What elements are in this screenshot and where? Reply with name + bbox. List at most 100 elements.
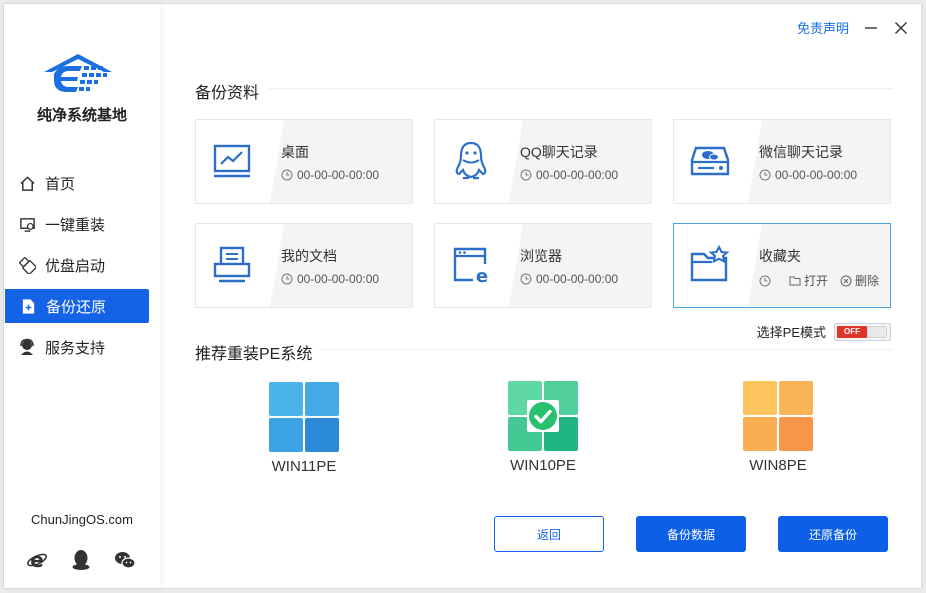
wechat-icon[interactable] — [114, 549, 136, 571]
clock-icon — [759, 275, 771, 286]
ie-icon[interactable]: e — [26, 549, 48, 571]
sidebar-item-support[interactable]: 服务支持 — [4, 330, 160, 364]
disclaimer-link[interactable]: 免责声明 — [797, 18, 849, 37]
backup-card-desktop[interactable]: 桌面 00-00-00-00:00 — [195, 119, 413, 204]
printer-icon — [213, 246, 251, 283]
card-time-value: 00-00-00-00:00 — [297, 168, 380, 182]
card-time-value: 00-00-00-00:00 — [775, 168, 858, 182]
card-name: 收藏夹 — [759, 248, 801, 264]
browser-icon: e — [453, 247, 488, 286]
backup-card-browser[interactable]: e 浏览器 00-00-00-00:00 — [434, 223, 652, 308]
logo-tile — [779, 381, 813, 415]
clock-icon — [281, 273, 293, 285]
restore-backup-button[interactable]: 还原备份 — [778, 516, 888, 552]
pe-label: WIN10PE — [510, 457, 576, 474]
card-name: 桌面 — [281, 144, 309, 160]
divider — [318, 349, 893, 350]
sidebar-item-label: 首页 — [45, 175, 76, 193]
logo-tile — [269, 382, 303, 416]
check-icon — [527, 400, 559, 432]
clock-icon — [520, 169, 532, 181]
clock-icon — [281, 169, 293, 181]
backup-data-button[interactable]: 备份数据 — [636, 516, 746, 552]
app-window: 纯净系统基地 首页 一键重装 优盘启动 备份还原 服务支持 ChunJingOS… — [3, 3, 922, 589]
card-time: 00-00-00-00:00 — [759, 168, 857, 182]
backup-card-documents[interactable]: 我的文档 00-00-00-00:00 — [195, 223, 413, 308]
card-name: 我的文档 — [281, 248, 337, 264]
card-time-value: 00-00-00-00:00 — [536, 168, 619, 182]
svg-text:e: e — [30, 549, 44, 571]
clock-icon — [759, 169, 771, 181]
site-url: ChunJingOS.com — [31, 512, 133, 527]
backup-card-wechat[interactable]: 微信聊天记录 00-00-00-00:00 — [673, 119, 891, 204]
card-time: 00-00-00-00:00 — [520, 168, 618, 182]
pe-mode-label: 选择PE模式 — [756, 325, 826, 340]
sidebar-item-reinstall[interactable]: 一键重装 — [4, 207, 160, 241]
delete-button[interactable]: 删除 — [840, 272, 879, 289]
windows-logo-icon — [508, 381, 578, 451]
pe-option-win10[interactable]: WIN10PE — [483, 381, 603, 474]
logo-tile — [743, 417, 777, 451]
sidebar-nav: 首页 一键重装 优盘启动 备份还原 服务支持 — [4, 166, 160, 371]
backup-card-qq[interactable]: QQ聊天记录 00-00-00-00:00 — [434, 119, 652, 204]
logo-tile — [269, 418, 303, 452]
qq-icon[interactable] — [70, 549, 92, 571]
logo-tile — [305, 418, 339, 452]
delete-label: 删除 — [855, 274, 880, 288]
card-name: 微信聊天记录 — [759, 144, 843, 160]
pe-section-title: 推荐重装PE系统 — [195, 346, 313, 363]
open-button[interactable]: 打开 — [789, 272, 828, 289]
card-actions: 打开 删除 — [759, 272, 879, 289]
folder-icon — [789, 276, 801, 286]
backup-section-title: 备份资料 — [195, 85, 260, 102]
sidebar: 纯净系统基地 首页 一键重装 优盘启动 备份还原 服务支持 ChunJingOS… — [4, 4, 160, 588]
pe-option-win8[interactable]: WIN8PE — [718, 381, 838, 474]
pe-label: WIN11PE — [271, 458, 337, 475]
home-icon — [18, 174, 36, 192]
close-icon[interactable] — [893, 20, 909, 36]
toggle-knob — [867, 325, 887, 338]
card-time: 00-00-00-00:00 — [281, 168, 379, 182]
card-name: QQ聊天记录 — [520, 144, 598, 160]
logo-tile — [743, 381, 777, 415]
brand-logo — [44, 54, 112, 92]
sidebar-item-label: 优盘启动 — [45, 257, 106, 275]
card-time-value: 00-00-00-00:00 — [536, 272, 619, 286]
disk-icon — [690, 146, 730, 176]
card-time: 00-00-00-00:00 — [281, 272, 379, 286]
support-icon — [18, 338, 36, 356]
title-bar: 免责声明 — [797, 18, 909, 37]
pe-option-win11[interactable]: WIN11PE — [244, 382, 364, 475]
sidebar-item-label: 备份还原 — [46, 298, 107, 316]
qq-icon — [455, 141, 487, 180]
back-button[interactable]: 返回 — [494, 516, 604, 552]
usb-icon — [18, 256, 36, 274]
pe-mode-setting: 选择PE模式 OFF — [757, 322, 891, 341]
windows-logo-icon — [269, 382, 339, 452]
card-time: 00-00-00-00:00 — [520, 272, 618, 286]
card-time-value: 00-00-00-00:00 — [297, 272, 380, 286]
divider — [269, 88, 893, 89]
card-name: 浏览器 — [520, 248, 562, 264]
logo-tile — [305, 382, 339, 416]
monitor-icon — [213, 144, 251, 178]
backup-icon — [19, 297, 37, 315]
windows-logo-icon — [743, 381, 813, 451]
sidebar-item-label: 一键重装 — [45, 216, 106, 234]
clock-icon — [520, 273, 532, 285]
folder-star-icon — [690, 244, 730, 282]
open-label: 打开 — [804, 274, 829, 288]
sidebar-item-usb-boot[interactable]: 优盘启动 — [4, 248, 160, 282]
brand-name: 纯净系统基地 — [36, 107, 127, 124]
svg-text:e: e — [476, 266, 488, 286]
pe-mode-toggle[interactable]: OFF — [834, 322, 891, 341]
minimize-icon[interactable] — [863, 20, 879, 36]
toggle-state: OFF — [837, 325, 867, 338]
sidebar-item-backup-restore[interactable]: 备份还原 — [5, 289, 149, 323]
delete-icon — [840, 275, 852, 286]
backup-card-favorites[interactable]: 收藏夹 打开 删除 — [673, 223, 891, 308]
logo-tile — [779, 417, 813, 451]
sidebar-item-home[interactable]: 首页 — [4, 166, 160, 200]
reinstall-icon — [18, 215, 36, 233]
sidebar-item-label: 服务支持 — [45, 339, 106, 357]
